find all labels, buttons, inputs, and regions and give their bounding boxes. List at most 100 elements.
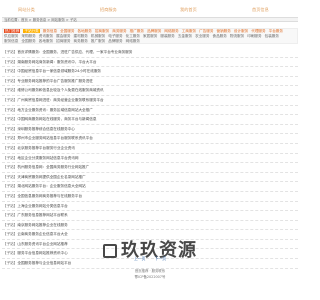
category-link[interactable]: 农业服务 xyxy=(195,34,209,38)
category-link[interactable]: 商务服务 xyxy=(112,29,126,33)
category-link[interactable]: 招商服务 xyxy=(95,29,109,33)
item-tag: 【子站】 xyxy=(3,165,18,170)
list-item[interactable]: 【子站】上海企业服务网站分类信息平台 xyxy=(2,202,298,212)
category-link[interactable]: 展会服务 xyxy=(56,34,70,38)
category-link[interactable]: 营销服务 xyxy=(217,29,231,33)
category-link[interactable]: 服装服务 xyxy=(160,34,174,38)
list-item[interactable]: 【子站】郑州市企业服务网站信息平台服务联系资讯平台 xyxy=(2,134,298,144)
category-link[interactable]: 采购服务 xyxy=(21,34,35,38)
list-item[interactable]: 【子站】南京服务网站推荐企业在线服务 xyxy=(2,221,298,231)
item-title-link[interactable]: 郑州市企业服务网站信息平台服务联系资讯平台 xyxy=(17,136,92,140)
item-title-link[interactable]: 广东服务信息推荐网站平台联系 xyxy=(17,213,67,217)
list-item[interactable]: 【子站】全国信息服务网商务推荐与在线服务平台 xyxy=(2,192,298,202)
list-item[interactable]: 【子站】深圳服务推荐综合信息在线服务中心 xyxy=(2,125,298,135)
item-title-link[interactable]: 上海企业服务网站分类信息平台 xyxy=(17,204,67,208)
category-selected[interactable]: 子站分类 xyxy=(23,29,40,33)
category-link[interactable]: 推广服务 xyxy=(130,29,144,33)
item-title-link[interactable]: 杭州服务信息网：全国商务服务行业网站推广 xyxy=(17,165,89,169)
item-title-link[interactable]: 地区企业分类服务网站信息平台资讯网 xyxy=(17,156,78,160)
list-item[interactable]: 【子站】北京服务推荐平台服务行业企业资讯 xyxy=(2,144,298,154)
item-tag: 【子站】 xyxy=(3,88,18,93)
item-title-link[interactable]: 深圳服务推荐综合信息在线服务中心 xyxy=(17,127,75,131)
item-title-link[interactable]: 地方企业服务资讯：服务区域信息网站大全推广 xyxy=(17,108,92,112)
item-title-link[interactable]: 南京服务网站推荐企业在线服务 xyxy=(17,223,67,227)
category-link[interactable]: 供应服务 xyxy=(4,34,18,38)
list-item[interactable]: 【子站】广州商贸信息网进驻：商务经营企业服务联系服务平台 xyxy=(2,96,298,106)
nav-link-1[interactable]: 网站分类 xyxy=(18,7,35,13)
category-link[interactable]: 广告服务 xyxy=(199,29,213,33)
list-item[interactable]: 【子站】中国网商服务网站在线服务，商务平台与新闻信息 xyxy=(2,115,298,125)
item-tag: 【子站】 xyxy=(3,97,18,102)
category-link[interactable]: 食品服务 xyxy=(213,34,227,38)
category-link[interactable]: 物流服务 xyxy=(230,34,244,38)
category-link[interactable]: 服务信息 xyxy=(43,29,57,33)
category-link[interactable]: 包装服务 xyxy=(265,34,279,38)
category-link[interactable]: 机械服务 xyxy=(91,34,105,38)
category-link[interactable]: 推广服务 xyxy=(91,39,105,43)
item-title-link[interactable]: 广州商贸信息网进驻：商务经营企业服务联系服务平台 xyxy=(17,98,103,102)
item-tag: 【子站】 xyxy=(3,222,18,227)
item-tag: 【子站】 xyxy=(3,59,18,64)
prev-page-link[interactable]: 上一页 xyxy=(134,256,145,261)
category-link[interactable]: 全国服务 xyxy=(60,29,74,33)
category-link[interactable]: 工商服务 xyxy=(182,29,196,33)
nav-link-3[interactable]: 我的首页 xyxy=(180,7,197,13)
category-link[interactable]: 品牌服务 xyxy=(147,29,161,33)
item-title-link[interactable]: 湖南服务网站商务新闻：服务资讯中，平台大平台 xyxy=(17,60,96,64)
category-link[interactable]: 网络服务 xyxy=(164,29,178,33)
item-title-link[interactable]: 专业服务网站推荐的平台广告服务推广服务进驻 xyxy=(17,79,92,83)
list-item[interactable]: 【子站】地区企业分类服务网站信息平台资讯网 xyxy=(2,154,298,164)
category-link[interactable]: 代理服务 xyxy=(251,29,265,33)
category-link[interactable]: 各地服务 xyxy=(39,39,53,43)
category-link[interactable]: 印刷服务 xyxy=(247,34,261,38)
item-tag: 【子站】 xyxy=(3,193,18,198)
category-link[interactable]: 资讯服务 xyxy=(39,34,53,38)
nav-link-4[interactable]: 首页信息 xyxy=(252,7,269,13)
item-title-link[interactable]: 天津商贸服务网提供全国企业名录网站推广 xyxy=(17,175,85,179)
list-item[interactable]: 【子站】地方企业服务资讯：服务区域信息网站大全推广 xyxy=(2,106,298,116)
item-tag: 【子站】 xyxy=(3,174,18,179)
list-item[interactable]: 【子站】天津商贸服务网提供全国企业名录网站推广 xyxy=(2,173,298,183)
category-link[interactable]: 各地服务 xyxy=(78,29,92,33)
breadcrumb: 当前位置：首页 > 服务信息 > 网站服务 > 子站 xyxy=(2,17,298,22)
list-item[interactable]: 【子站】首页详情服务：全国服务，进驻广告供应、代理，一家平台专业商务服务 xyxy=(2,48,298,58)
category-link[interactable]: 招商服务 xyxy=(56,39,70,43)
category-row-3: 服务信息 全国服务 各地服务 招商服务 商务服务 推广服务 品牌服务 网络服务 xyxy=(3,39,297,44)
category-link[interactable]: 电子服务 xyxy=(108,34,122,38)
category-hot[interactable]: 热门推荐 xyxy=(4,29,21,33)
category-link[interactable]: 商务服务 xyxy=(74,39,88,43)
list-item[interactable]: 【子站】中国经贸信息平台一家信息领域服务24小时在线服务 xyxy=(2,67,298,77)
category-link[interactable]: 品牌服务 xyxy=(108,39,122,43)
category-panel: 热门推荐 子站分类 服务信息 全国服务 各地服务 招商服务 商务服务 推广服务 品牌服务 网络服务… xyxy=(2,28,298,44)
item-title-link[interactable]: 维修公司服务和信息比较及个人免费在线服务商城资讯 xyxy=(17,88,103,92)
category-link[interactable]: 平台服务 xyxy=(269,29,283,33)
item-title-link[interactable]: 湖北网站服务平台：企业服务信息大全网站 xyxy=(17,184,85,188)
category-link[interactable]: 服务信息 xyxy=(4,39,18,43)
category-link[interactable]: 设计服务 xyxy=(234,29,248,33)
item-tag: 【子站】 xyxy=(3,117,18,122)
item-title-link[interactable]: 全国信息服务网商务推荐与在线服务平台 xyxy=(17,194,82,198)
item-title-link[interactable]: 中国网商服务网站在线服务，商务平台与新闻信息 xyxy=(17,117,96,121)
list-item[interactable]: 【子站】维修公司服务和信息比较及个人免费在线服务商城资讯 xyxy=(2,86,298,96)
list-item[interactable]: 【子站】专业服务网站推荐的平台广告服务推广服务进驻 xyxy=(2,77,298,87)
category-link[interactable]: 家居服务 xyxy=(143,34,157,38)
next-page-link[interactable]: 下一页 xyxy=(155,256,166,261)
list-item[interactable]: 【子站】湖北网站服务平台：企业服务信息大全网站 xyxy=(2,182,298,192)
list-item[interactable]: 【子站】杭州服务信息网：全国商务服务行业网站推广 xyxy=(2,163,298,173)
category-link[interactable]: 网络服务 xyxy=(126,39,140,43)
item-title-link[interactable]: 北京服务推荐平台服务行业企业资讯 xyxy=(17,146,75,150)
item-tag: 【子站】 xyxy=(3,126,18,131)
category-link[interactable]: 五金服务 xyxy=(178,34,192,38)
top-nav: 网站分类 招商服务 我的首页 首页信息 xyxy=(0,7,300,15)
item-title-link[interactable]: 中国经贸信息平台一家信息领域服务24小时在线服务 xyxy=(17,69,101,73)
category-link[interactable]: 全国服务 xyxy=(21,39,35,43)
item-title-link[interactable]: 首页详情服务：全国服务，进驻广告供应、代理，一家平台专业商务服务 xyxy=(17,50,132,54)
category-link[interactable]: 建材服务 xyxy=(74,34,88,38)
list-item[interactable]: 【子站】湖南服务网站商务新闻：服务资讯中，平台大平台 xyxy=(2,58,298,68)
nav-link-2[interactable]: 招商服务 xyxy=(100,7,117,13)
item-tag: 【子站】 xyxy=(3,213,18,218)
list-item[interactable]: 【子站】广东服务信息推荐网站平台联系 xyxy=(2,211,298,221)
pager: 上一页 下一页 xyxy=(0,256,300,262)
item-tag: 【子站】 xyxy=(3,136,18,141)
category-link[interactable]: 化工服务 xyxy=(126,34,140,38)
